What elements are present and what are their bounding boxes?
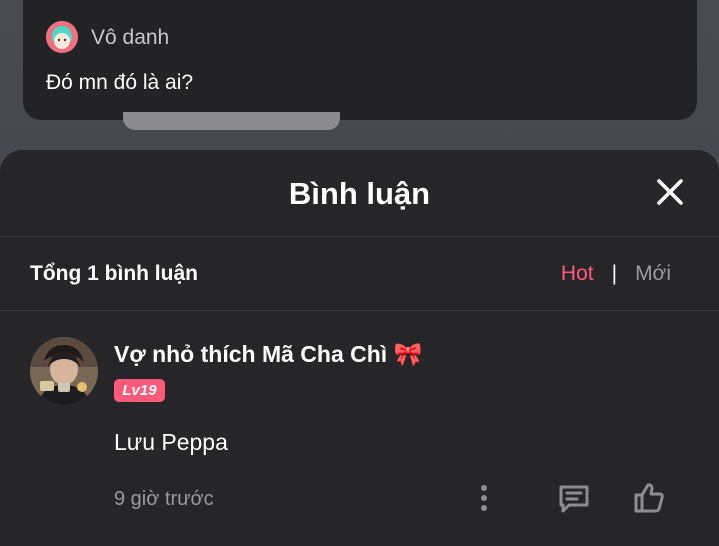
sort-separator: | [611,262,618,285]
sort-selector: Hot | Mới [561,261,671,287]
sort-hot-tab[interactable]: Hot [561,261,594,287]
comments-toolbar: Tổng 1 bình luận Hot | Mới [0,237,719,311]
reply-button[interactable] [557,483,591,513]
commenter-name[interactable]: Vợ nhỏ thích Mã Cha Chì 🎀 [114,340,422,368]
reply-comment-icon [559,485,589,513]
thumbs-up-icon [634,483,664,513]
more-options-button[interactable] [472,483,496,513]
level-badge: Lv19 [114,379,165,402]
anonymous-avatar [46,21,78,53]
close-icon [657,179,683,205]
more-vertical-icon [481,485,487,511]
comment-text: Lưu Peppa [114,429,228,455]
sort-new-tab[interactable]: Mới [635,261,671,287]
sheet-title: Bình luận [288,176,431,211]
comment-timestamp: 9 giờ trước [114,488,214,510]
like-button[interactable] [632,481,666,515]
commenter-avatar[interactable] [30,337,98,405]
total-comments-label: Tổng 1 bình luận [30,262,198,285]
sheet-header: Bình luận [0,150,719,237]
comment-item: Vợ nhỏ thích Mã Cha Chì 🎀 Lv19 Lưu Peppa… [0,311,719,546]
message-text: Đó mn đó là ai? [46,71,194,94]
close-button[interactable] [652,174,688,210]
comments-sheet: Bình luận Tổng 1 bình luận Hot | Mới Vợ … [0,150,719,546]
scroll-handle [123,112,340,130]
message-card: Vô danh Đó mn đó là ai? [23,0,697,120]
message-author: Vô danh [91,26,170,49]
